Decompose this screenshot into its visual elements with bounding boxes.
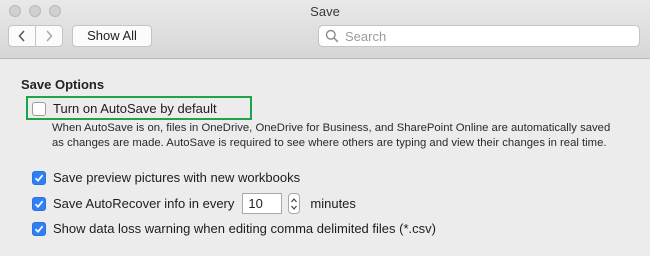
forward-button[interactable]	[35, 26, 62, 46]
checkmark-icon	[34, 225, 44, 233]
navigation-buttons	[8, 25, 63, 47]
autorecover-minutes-stepper[interactable]	[288, 193, 301, 214]
chevron-left-icon	[18, 30, 25, 42]
autosave-label: Turn on AutoSave by default	[53, 101, 217, 116]
autosave-description: When AutoSave is on, files in OneDrive, …	[52, 122, 611, 149]
stepper-arrows-icon	[291, 197, 298, 210]
autosave-option[interactable]: Turn on AutoSave by default	[32, 101, 217, 116]
show-all-button[interactable]: Show All	[72, 25, 152, 47]
data-loss-warning-option[interactable]: Show data loss warning when editing comm…	[32, 221, 436, 236]
checkmark-icon	[34, 174, 44, 182]
search-field[interactable]	[318, 25, 640, 47]
data-loss-warning-checkbox[interactable]	[32, 221, 46, 236]
save-options-heading: Save Options	[21, 77, 105, 92]
chevron-right-icon	[46, 30, 53, 42]
autorecover-option: Save AutoRecover info in every minutes	[32, 193, 356, 214]
back-button[interactable]	[9, 26, 35, 46]
autorecover-checkbox[interactable]	[32, 196, 46, 211]
preview-pictures-checkbox[interactable]	[32, 170, 46, 185]
search-icon	[325, 29, 339, 43]
autorecover-minutes-input[interactable]	[242, 193, 283, 214]
preview-pictures-option[interactable]: Save preview pictures with new workbooks	[32, 170, 300, 185]
autosave-checkbox[interactable]	[32, 101, 46, 116]
title-bar: Save Show All	[0, 0, 650, 59]
autorecover-label: Save AutoRecover info in every	[53, 196, 235, 211]
checkmark-icon	[34, 200, 44, 208]
window-title: Save	[310, 4, 340, 19]
autorecover-unit: minutes	[310, 196, 356, 211]
data-loss-warning-label: Show data loss warning when editing comm…	[53, 221, 436, 236]
preferences-window: Save Show All Save Options	[0, 0, 650, 256]
preview-pictures-label: Save preview pictures with new workbooks	[53, 170, 301, 185]
search-input[interactable]	[345, 28, 625, 44]
